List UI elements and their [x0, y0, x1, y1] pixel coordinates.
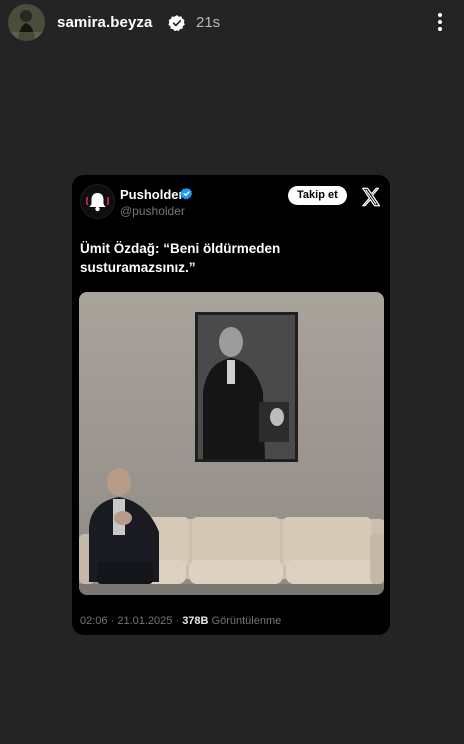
story-header: samira.beyza 21s: [0, 0, 464, 46]
tweet-photo[interactable]: [79, 292, 384, 595]
tweet-text-line: susturamazsınız.”: [80, 260, 196, 275]
tweet-meta: 02:06 · 21.01.2025 · 378B Görüntülenme: [80, 615, 281, 627]
tweet-text-line: Ümit Özdağ: “Beni öldürmeden: [80, 241, 281, 256]
account-name[interactable]: Pusholder: [120, 187, 184, 202]
tweet-text: Ümit Özdağ: “Beni öldürmeden susturamazs…: [80, 239, 370, 277]
tweet-time: 02:06: [80, 615, 108, 627]
follow-button[interactable]: Takip et: [288, 186, 347, 205]
tweet-view-count: 378B: [182, 615, 209, 627]
tweet-views-label: Görüntülenme: [211, 615, 282, 627]
tweet-date: 21.01.2025: [117, 615, 173, 627]
verified-icon: [180, 187, 193, 200]
tweet-card[interactable]: Pusholder @pusholder Takip et Ümit Özdağ…: [72, 175, 390, 635]
verified-icon: [168, 15, 185, 32]
more-vertical-icon[interactable]: [430, 11, 450, 35]
bell-icon[interactable]: [80, 184, 115, 219]
story-timestamp: 21s: [196, 14, 221, 31]
story-username[interactable]: samira.beyza: [57, 14, 152, 31]
x-logo-icon[interactable]: [360, 186, 382, 208]
profile-avatar[interactable]: [8, 4, 45, 41]
account-handle[interactable]: @pusholder: [120, 204, 185, 218]
